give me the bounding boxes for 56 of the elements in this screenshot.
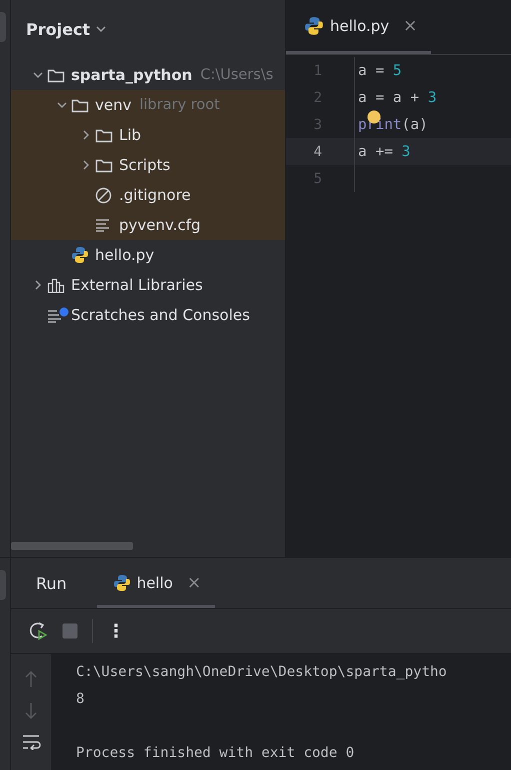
prohibited-icon	[95, 186, 112, 204]
console-line: C:\Users\sangh\OneDrive\Desktop\sparta_pytho	[76, 662, 447, 682]
tree-item-label: External Libraries	[71, 276, 203, 294]
tab-label: hello.py	[330, 16, 390, 34]
scratches-icon	[47, 307, 69, 323]
tree-row[interactable]: Scripts	[11, 150, 285, 180]
chevron-down-icon[interactable]	[33, 70, 43, 80]
tree-item-hint: C:\Users\s	[200, 67, 274, 83]
chevron-right-icon[interactable]	[81, 160, 91, 170]
tree-item-label: Scripts	[119, 156, 170, 174]
tree-row[interactable]: Lib	[11, 120, 285, 150]
tree-item-label: .gitignore	[119, 186, 191, 204]
rerun-icon[interactable]	[28, 621, 48, 641]
tree-row[interactable]: hello.py	[11, 240, 285, 270]
scrollbar-thumb[interactable]	[11, 542, 133, 550]
code-line: a += 3	[357, 144, 410, 160]
run-tab[interactable]: hello ×	[96, 558, 216, 608]
console-line: Process finished with exit code 0	[76, 744, 356, 762]
tree-item-hint: library root	[140, 97, 220, 113]
tree-item-label: hello.py	[95, 246, 154, 264]
tree-row[interactable]: sparta_python C:\Users\s	[11, 60, 285, 90]
folder-icon	[71, 98, 89, 112]
panel-title: Project	[26, 20, 90, 38]
tree-row[interactable]: venv library root	[11, 90, 285, 120]
tree-item-label: sparta_python	[71, 66, 192, 84]
folder-icon	[95, 158, 113, 172]
tab-label: hello	[136, 574, 173, 592]
tree-row[interactable]: Scratches and Consoles	[11, 300, 285, 330]
text-file-icon	[95, 218, 111, 232]
line-number: 4	[312, 144, 322, 160]
chevron-right-icon[interactable]	[33, 280, 43, 290]
library-icon	[47, 278, 65, 292]
tree-item-label: venv	[95, 96, 132, 114]
tree-item-label: pyvenv.cfg	[119, 216, 201, 234]
folder-icon	[47, 68, 65, 82]
close-icon[interactable]: ×	[403, 16, 418, 36]
code-line: a = 5	[357, 62, 402, 78]
soft-wrap-icon[interactable]	[21, 734, 41, 750]
console-line: 8	[76, 690, 86, 708]
panel-title: Run	[36, 574, 67, 592]
code-line: a = a + 3	[357, 90, 437, 106]
python-logo-icon	[71, 246, 89, 264]
chevron-down-icon[interactable]	[57, 100, 67, 110]
chevron-down-icon[interactable]	[96, 24, 106, 34]
tree-row[interactable]: External Libraries	[11, 270, 285, 300]
tree-row[interactable]: pyvenv.cfg	[11, 210, 285, 240]
more-options-button[interactable]: ⋮	[107, 620, 125, 642]
close-icon[interactable]: ×	[186, 573, 202, 593]
editor-tab[interactable]: hello.py ×	[286, 0, 432, 54]
tree-item-label: Lib	[119, 126, 142, 144]
python-logo-icon	[304, 16, 324, 36]
python-logo-icon	[112, 574, 131, 592]
tree-row[interactable]: .gitignore	[11, 180, 285, 210]
tree-item-label: Scratches and Consoles	[71, 306, 250, 324]
folder-icon	[95, 128, 113, 142]
chevron-right-icon[interactable]	[81, 130, 91, 140]
